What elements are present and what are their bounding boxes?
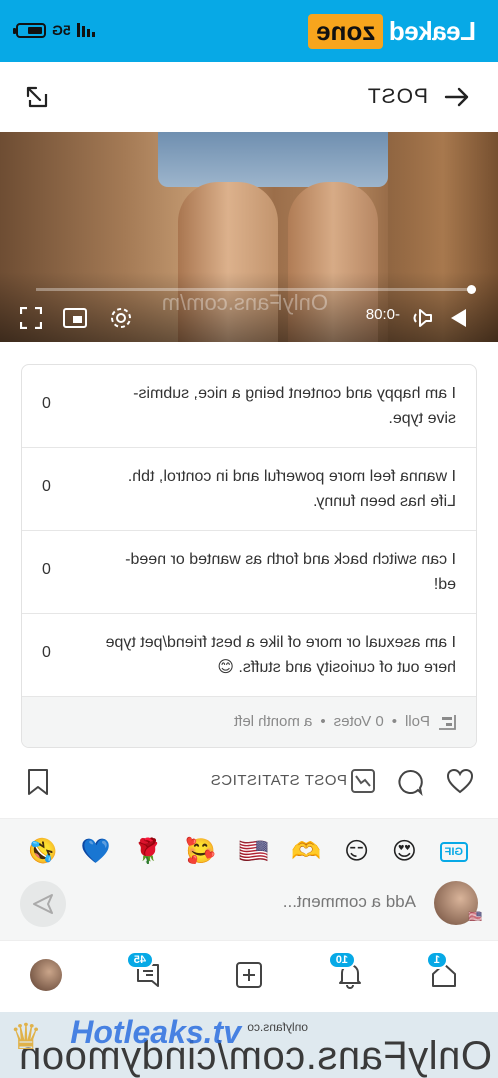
poll-footer: Poll • 0 Votes • a month left (21, 697, 476, 748)
poll-option-text: I am happy and content being a nice, sub… (133, 385, 456, 427)
video-watermark: OnlyFans.com/m (161, 290, 328, 315)
crown-icon: ♛ (10, 1016, 43, 1057)
status-bar: Leaked zone 5G (0, 0, 498, 62)
poll-option-text: I am asexual or more of like a best frie… (105, 634, 456, 676)
poll-option-votes: 0 (42, 478, 51, 495)
poll-option[interactable]: I wanna feel more powerful and in contro… (21, 448, 476, 531)
settings-button[interactable] (106, 303, 136, 333)
poll-expiry: a month left (234, 713, 313, 730)
send-button[interactable] (20, 881, 66, 927)
hotleaks-watermark: Hotleaks.tv (70, 1014, 241, 1050)
messages-badge: 45 (125, 951, 154, 969)
picture-in-picture-button[interactable] (60, 303, 90, 333)
bookmark-button[interactable] (22, 768, 50, 796)
play-icon (451, 309, 466, 327)
poll-option[interactable]: I am happy and content being a nice, sub… (21, 365, 476, 448)
url-text[interactable]: onlyfans.co (247, 1020, 308, 1034)
volume-icon (413, 309, 432, 327)
avatar (30, 959, 62, 991)
browser-url-bar: onlyfans.co OnlyFans.com/cindymoon Hotle… (0, 1012, 498, 1078)
poll-icon (439, 714, 456, 730)
signal-icon (76, 23, 95, 37)
progress-handle[interactable] (467, 285, 476, 294)
poll-option-votes: 0 (42, 561, 51, 578)
emoji-button[interactable]: 😍 (392, 837, 417, 866)
post-actions: POST STATISTICS (0, 760, 498, 804)
site-brand: Leaked zone (308, 12, 484, 50)
post-statistics-label[interactable]: POST STATISTICS (210, 772, 347, 789)
gif-button[interactable]: GIF (439, 841, 468, 862)
home-badge: 1 (425, 951, 448, 969)
poll-label: Poll (404, 713, 430, 730)
brand-left: Leaked (389, 15, 476, 46)
emoji-button[interactable]: 😏 (344, 837, 369, 866)
emoji-button[interactable]: 🤣 (28, 837, 58, 866)
comment-button[interactable] (396, 768, 424, 797)
emoji-row: GIF 😍 😏 🫶 🇺🇸 🥰 🌹 💙 🤣 (28, 837, 468, 866)
video-player[interactable]: OnlyFans.com/m -0:08 (0, 132, 498, 342)
system-indicators: 5G (16, 22, 95, 38)
gear-icon (111, 308, 131, 328)
video-progress-bar[interactable] (36, 285, 476, 294)
like-button[interactable] (446, 768, 474, 796)
battery-icon (16, 22, 46, 38)
share-icon (26, 86, 48, 108)
fullscreen-icon (20, 307, 42, 329)
video-frame-detail (158, 132, 388, 187)
comment-input[interactable]: Add a comment... (283, 892, 416, 912)
emoji-button[interactable]: 🫶 (291, 837, 321, 866)
poll-meta: Poll • 0 Votes • a month left (234, 713, 456, 730)
page-title: POST (366, 85, 428, 108)
nav-notifications[interactable]: 10 (327, 951, 370, 995)
nav-profile[interactable] (26, 955, 66, 995)
poll-votes: 0 Votes (333, 713, 384, 730)
nav-messages[interactable]: 45 (125, 951, 168, 995)
separator: • (320, 713, 326, 730)
comment-icon (398, 769, 423, 797)
separator: • (391, 713, 397, 730)
poll-option-text: I wanna feel more powerful and in contro… (127, 468, 456, 510)
nav-home[interactable]: 1 (424, 951, 464, 995)
play-button[interactable] (444, 303, 474, 333)
mirrored-screen: Leaked zone 5G POST OnlyFans.com/m -0:08… (0, 0, 498, 1078)
post-statistics-button[interactable] (348, 768, 376, 796)
poll-option-text: I can switch back and forth as wanted or… (125, 551, 456, 593)
post-header: POST (0, 62, 498, 132)
emoji-button[interactable]: 🇺🇸 (239, 837, 269, 866)
send-icon (33, 894, 53, 914)
emoji-button[interactable]: 🌹 (133, 837, 163, 866)
add-icon (236, 962, 262, 988)
brand-right: zone (308, 13, 384, 49)
poll-option[interactable]: I can switch back and forth as wanted or… (21, 531, 476, 614)
bookmark-icon (28, 769, 48, 795)
poll-card: I am happy and content being a nice, sub… (21, 364, 477, 748)
avatar: 🇺🇸 (434, 881, 482, 925)
nav-create[interactable] (229, 955, 269, 995)
back-button[interactable] (442, 82, 472, 112)
emoji-button[interactable]: 🥰 (186, 837, 216, 866)
pip-icon (63, 308, 87, 328)
volume-button[interactable] (406, 303, 436, 333)
fullscreen-button[interactable] (16, 303, 46, 333)
emoji-comment-bar: GIF 😍 😏 🫶 🇺🇸 🥰 🌹 💙 🤣 🇺🇸 Add a comment... (0, 818, 498, 940)
heart-icon (446, 768, 474, 794)
emoji-button[interactable]: 💙 (81, 837, 111, 866)
notifications-badge: 10 (327, 951, 356, 969)
flag-icon: 🇺🇸 (468, 911, 482, 923)
poll-option[interactable]: I am asexual or more of like a best frie… (21, 614, 476, 697)
statistics-icon (351, 769, 375, 793)
network-label: 5G (52, 22, 71, 38)
poll-option-votes: 0 (42, 644, 51, 661)
bottom-nav: 1 10 45 (0, 940, 498, 1012)
time-remaining: -0:08 (365, 306, 400, 323)
arrow-left-icon (444, 87, 469, 107)
poll-option-votes: 0 (42, 395, 51, 412)
share-button[interactable] (22, 82, 52, 112)
